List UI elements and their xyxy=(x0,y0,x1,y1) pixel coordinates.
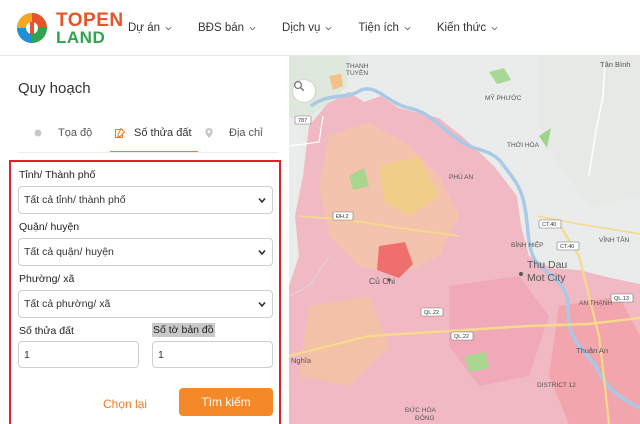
map-label-district12: DISTRICT 12 xyxy=(537,382,576,389)
parcel-number-input[interactable]: 1 xyxy=(18,341,139,368)
chevron-down-icon xyxy=(249,26,256,30)
map-label-mot-city: Mot City xyxy=(527,272,566,284)
nav-item-dich-vu[interactable]: Dịch vụ xyxy=(282,22,332,34)
nav-label: Kiến thức xyxy=(436,22,487,34)
logo-text-bottom: LAND xyxy=(56,28,106,47)
road-tag-text: CT.40 xyxy=(542,222,556,228)
map-sheet-value: 1 xyxy=(158,348,164,361)
road-tag-ct40-b: CT.40 xyxy=(556,241,580,251)
map-label-cu-chi: Củ Chi xyxy=(369,276,395,286)
planning-panel: Quy hoạch Tọa độ Số thửa đất Địa chỉ Tỉn… xyxy=(0,56,289,424)
topenland-logo[interactable]: TOPEN LAND xyxy=(16,10,136,46)
main-nav: Dự án BĐS bán Dịch vụ Tiện ích Kiến thức xyxy=(128,0,524,56)
ward-label: Phường/ xã xyxy=(19,273,75,285)
map-label-thuan-an: Thuận An xyxy=(576,346,608,355)
chevron-down-icon xyxy=(404,26,411,30)
ward-select[interactable]: Tất cả phường/ xã xyxy=(18,290,273,318)
district-select[interactable]: Tất cả quận/ huyện xyxy=(18,238,273,266)
chevron-down-icon xyxy=(165,26,172,30)
tab-label: Tọa độ xyxy=(58,127,93,139)
search-button-label: Tìm kiếm xyxy=(201,395,251,409)
nav-item-kien-thuc[interactable]: Kiến thức xyxy=(437,22,498,34)
road-tag-ql22-b: QL.22 xyxy=(450,331,474,341)
road-tag-text: 787 xyxy=(298,118,307,124)
road-tag-ql22-a: QL.22 xyxy=(420,307,444,317)
nav-item-bds-ban[interactable]: BĐS bán xyxy=(198,22,256,34)
map-label-binh-hiep: BÌNH HIỆP xyxy=(511,240,544,249)
map-label-dong: ĐÔNG xyxy=(415,413,435,422)
map-label-an-thanh: AN THẠNH xyxy=(579,300,612,307)
search-mode-tabs: Tọa độ Số thửa đất Địa chỉ xyxy=(18,120,278,153)
parcel-number-label: Số thửa đất xyxy=(19,325,74,337)
nav-label: Tiện ích xyxy=(358,22,399,34)
map-label-vinh-tan: VĨNH TÂN xyxy=(599,235,630,244)
land-plot-icon xyxy=(115,127,126,138)
tab-label: Địa chỉ xyxy=(229,127,263,139)
nav-label: Dịch vụ xyxy=(282,22,321,34)
road-tag-text: QL.13 xyxy=(614,296,629,302)
map-sheet-input[interactable]: 1 xyxy=(152,341,273,368)
map-label-thoi-hoa: THỚI HÒA xyxy=(507,140,540,149)
nav-item-du-an[interactable]: Dự án xyxy=(128,22,172,34)
page-title: Quy hoạch xyxy=(18,80,91,97)
map-label-nghia: Nghĩa xyxy=(291,356,312,365)
tab-label: Số thửa đất xyxy=(134,127,192,139)
road-tag-text: QL.22 xyxy=(424,310,439,316)
chevron-down-icon xyxy=(491,26,498,30)
dot-icon xyxy=(34,129,42,137)
road-tag-787: 787 xyxy=(294,115,312,125)
map-label-duc-hoa: ĐỨC HÒA xyxy=(405,405,436,414)
chevron-down-icon xyxy=(258,198,266,204)
district-value: Tất cả quận/ huyện xyxy=(24,246,114,258)
road-tag-text: ĐH.2 xyxy=(336,214,349,220)
map-label-thu-dau: Thu Dau xyxy=(527,259,567,271)
map-label-tan-binh: Tân Bình xyxy=(600,60,630,69)
chevron-down-icon xyxy=(325,26,332,30)
location-pin-icon xyxy=(205,128,213,138)
road-tag-ct40-a: CT.40 xyxy=(538,219,562,229)
ward-value: Tất cả phường/ xã xyxy=(24,298,111,310)
map-label-my-phuoc: MỸ PHƯỚC xyxy=(485,93,522,102)
tab-divider xyxy=(18,152,278,153)
top-header: TOPEN LAND Dự án BĐS bán Dịch vụ Tiện íc… xyxy=(0,0,640,56)
map-label-phu-an: PHÚ AN xyxy=(449,172,474,181)
nav-label: BĐS bán xyxy=(198,22,245,34)
chevron-down-icon xyxy=(258,250,266,256)
province-value: Tất cả tỉnh/ thành phố xyxy=(24,194,126,206)
map-sheet-label: Số tờ bản đồ xyxy=(152,323,215,337)
map-search-button[interactable] xyxy=(293,80,315,102)
tab-so-thua-dat[interactable]: Số thửa đất xyxy=(110,120,197,153)
road-tag-ql13: QL.13 xyxy=(610,293,634,303)
search-button[interactable]: Tìm kiếm xyxy=(179,388,273,416)
parcel-search-form: Tỉnh/ Thành phố Tất cả tỉnh/ thành phố Q… xyxy=(9,160,281,424)
map-label-thanh: THANH xyxy=(346,63,369,70)
map-canvas: 787 ĐH.2 CT.40 CT.40 QL.22 QL.22 QL.13 T… xyxy=(289,56,640,424)
logo-mark-icon xyxy=(17,13,47,43)
road-tag-text: CT.40 xyxy=(560,244,574,250)
planning-map[interactable]: 787 ĐH.2 CT.40 CT.40 QL.22 QL.22 QL.13 T… xyxy=(289,56,640,424)
district-label: Quận/ huyện xyxy=(19,221,80,233)
province-select[interactable]: Tất cả tỉnh/ thành phố xyxy=(18,186,273,214)
map-city-dot xyxy=(519,272,523,276)
chevron-down-icon xyxy=(258,302,266,308)
map-city-dot xyxy=(387,278,391,282)
search-icon xyxy=(293,80,305,92)
app-window: TOPEN LAND Dự án BĐS bán Dịch vụ Tiện íc… xyxy=(0,0,640,424)
tab-dia-chi[interactable]: Địa chỉ xyxy=(203,120,263,146)
nav-label: Dự án xyxy=(128,22,160,34)
parcel-number-value: 1 xyxy=(24,348,30,361)
province-label: Tỉnh/ Thành phố xyxy=(19,169,96,181)
road-tag-text: QL.22 xyxy=(454,334,469,340)
nav-item-tien-ich[interactable]: Tiện ích xyxy=(358,22,411,34)
road-tag-dh2: ĐH.2 xyxy=(332,211,354,221)
reset-button[interactable]: Chọn lại xyxy=(103,397,147,411)
map-sheet-label-text: Số tờ bản đồ xyxy=(152,323,215,337)
tab-toa-do[interactable]: Tọa độ xyxy=(32,120,92,146)
